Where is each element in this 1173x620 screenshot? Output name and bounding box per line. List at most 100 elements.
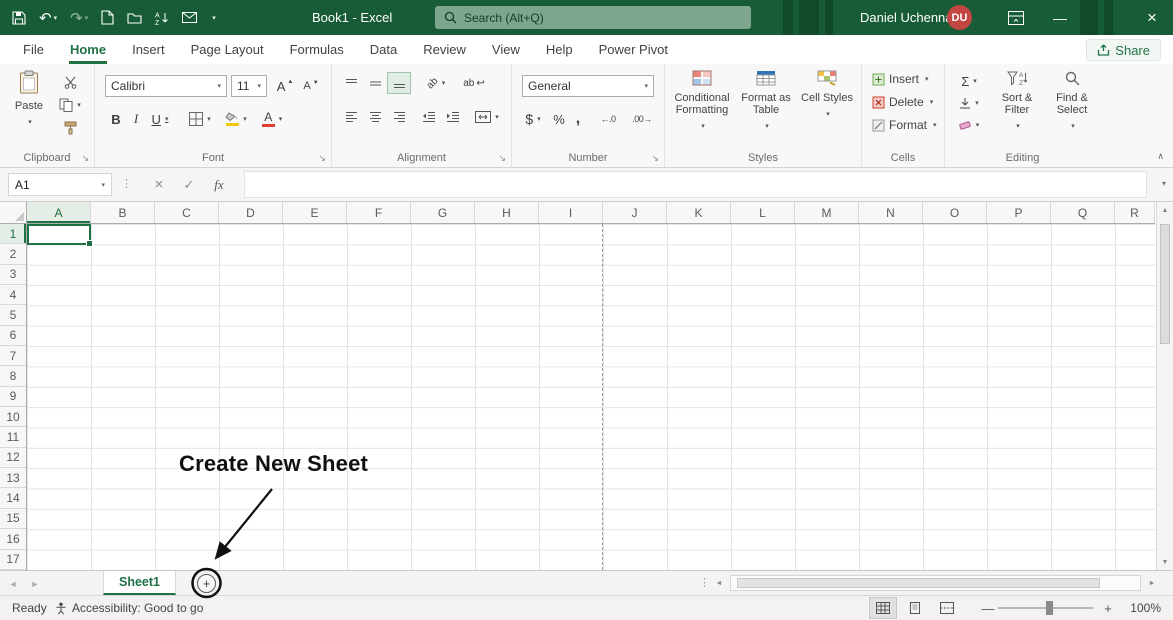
underline-button[interactable]: U <box>147 108 173 130</box>
row-header-14[interactable]: 14 <box>0 488 26 508</box>
tab-formulas[interactable]: Formulas <box>277 35 357 64</box>
horizontal-scroll-thumb[interactable] <box>737 578 1100 588</box>
insert-cells-button[interactable]: Insert <box>872 72 929 86</box>
column-header-J[interactable]: J <box>603 202 667 223</box>
fill-color-button[interactable] <box>221 108 251 130</box>
orientation-button[interactable]: ab <box>420 73 452 93</box>
vertical-scroll-thumb[interactable] <box>1160 224 1170 344</box>
column-header-H[interactable]: H <box>475 202 539 223</box>
tab-data[interactable]: Data <box>357 35 410 64</box>
minimize-button[interactable]: — <box>1042 0 1078 35</box>
cancel-icon[interactable] <box>146 173 172 196</box>
scroll-up-icon[interactable]: ▲ <box>1157 202 1173 218</box>
row-header-9[interactable]: 9 <box>0 387 26 407</box>
tab-help[interactable]: Help <box>533 35 586 64</box>
row-header-15[interactable]: 15 <box>0 509 26 529</box>
save-icon[interactable] <box>12 11 26 25</box>
number-dialog-launcher[interactable] <box>651 154 659 163</box>
redo-icon[interactable]: ↷ <box>70 9 88 27</box>
page-break-view-button[interactable] <box>934 598 960 618</box>
percent-style-button[interactable]: % <box>550 108 568 130</box>
align-right-button[interactable] <box>388 107 410 127</box>
cut-button[interactable] <box>56 72 84 92</box>
increase-decimal-button[interactable]: ←.0 <box>592 108 624 130</box>
format-as-table-dropdown-icon[interactable] <box>763 119 769 133</box>
zoom-out-button[interactable]: — <box>979 596 997 620</box>
bold-button[interactable]: B <box>107 108 125 130</box>
cell-styles-button[interactable]: Cell Styles <box>799 70 855 150</box>
name-box[interactable] <box>8 173 112 196</box>
cell-styles-dropdown-icon[interactable] <box>824 107 830 121</box>
increase-font-size-button[interactable]: A▲ <box>273 75 297 97</box>
tab-insert[interactable]: Insert <box>119 35 178 64</box>
customize-qat-icon[interactable] <box>210 14 216 22</box>
scroll-down-icon[interactable]: ▼ <box>1157 554 1173 570</box>
new-file-icon[interactable] <box>101 10 114 25</box>
row-header-3[interactable]: 3 <box>0 265 26 285</box>
row-header-2[interactable]: 2 <box>0 244 26 264</box>
row-header-6[interactable]: 6 <box>0 326 26 346</box>
sheet-tab-sheet1[interactable]: Sheet1 <box>103 571 176 595</box>
paste-button[interactable]: Paste <box>6 70 52 150</box>
select-all-corner[interactable] <box>0 202 27 224</box>
wrap-text-button[interactable]: ab↩ <box>460 73 488 93</box>
row-header-16[interactable]: 16 <box>0 529 26 549</box>
zoom-in-button[interactable]: + <box>1099 596 1117 620</box>
sheet-nav-right-icon[interactable]: ► <box>26 571 44 596</box>
middle-align-button[interactable] <box>364 73 386 93</box>
search-input[interactable] <box>464 11 742 25</box>
horizontal-scrollbar[interactable] <box>730 575 1141 591</box>
row-header-1[interactable]: 1 <box>0 224 26 244</box>
zoom-level[interactable]: 100% <box>1130 596 1161 620</box>
format-as-table-button[interactable]: Format as Table <box>737 70 795 150</box>
merge-center-button[interactable] <box>470 107 504 127</box>
hscroll-right-icon[interactable]: ► <box>1145 575 1159 591</box>
enter-icon[interactable] <box>176 173 202 196</box>
row-header-17[interactable]: 17 <box>0 550 26 570</box>
column-header-E[interactable]: E <box>283 202 347 223</box>
row-header-7[interactable]: 7 <box>0 346 26 366</box>
normal-view-button[interactable] <box>870 598 896 618</box>
column-header-I[interactable]: I <box>539 202 603 223</box>
tab-page-layout[interactable]: Page Layout <box>178 35 277 64</box>
delete-cells-button[interactable]: Delete <box>872 95 933 109</box>
cell-grid[interactable] <box>27 224 1155 570</box>
page-layout-view-button[interactable] <box>902 598 928 618</box>
user-name[interactable]: Daniel Uchenna <box>860 0 953 35</box>
clear-button[interactable] <box>953 116 985 134</box>
decrease-decimal-button[interactable]: .00→ <box>626 108 658 130</box>
vertical-scrollbar[interactable]: ▲ ▼ <box>1156 202 1173 570</box>
sheet-nav-left-icon[interactable]: ◄ <box>4 571 22 596</box>
find-select-button[interactable]: Find & Select <box>1047 70 1097 150</box>
column-header-Q[interactable]: Q <box>1051 202 1115 223</box>
column-header-K[interactable]: K <box>667 202 731 223</box>
conditional-formatting-dropdown-icon[interactable] <box>699 119 705 133</box>
decrease-indent-button[interactable] <box>418 107 440 127</box>
italic-button[interactable]: I <box>128 108 144 130</box>
tab-home[interactable]: Home <box>57 35 119 64</box>
column-header-P[interactable]: P <box>987 202 1051 223</box>
comma-style-button[interactable]: , <box>570 108 586 130</box>
column-header-G[interactable]: G <box>411 202 475 223</box>
zoom-slider-thumb[interactable] <box>1046 601 1053 615</box>
accounting-format-button[interactable]: $ <box>520 108 546 130</box>
column-header-M[interactable]: M <box>795 202 859 223</box>
font-size-combo[interactable]: 11 <box>231 75 267 97</box>
column-header-F[interactable]: F <box>347 202 411 223</box>
column-header-B[interactable]: B <box>91 202 155 223</box>
column-header-L[interactable]: L <box>731 202 795 223</box>
alignment-dialog-launcher[interactable] <box>498 154 506 163</box>
selected-cell-a1[interactable] <box>27 224 91 245</box>
expand-formula-bar-icon[interactable] <box>1162 179 1166 188</box>
number-format-combo[interactable]: General <box>522 75 654 97</box>
paste-dropdown-icon[interactable] <box>26 115 32 129</box>
tab-review[interactable]: Review <box>410 35 479 64</box>
row-header-13[interactable]: 13 <box>0 468 26 488</box>
row-header-5[interactable]: 5 <box>0 305 26 325</box>
avatar[interactable]: DU <box>947 5 972 30</box>
find-select-dropdown-icon[interactable] <box>1069 119 1075 133</box>
tab-view[interactable]: View <box>479 35 533 64</box>
ribbon-display-options-icon[interactable] <box>998 0 1034 35</box>
top-align-button[interactable] <box>340 73 362 93</box>
row-header-10[interactable]: 10 <box>0 407 26 427</box>
